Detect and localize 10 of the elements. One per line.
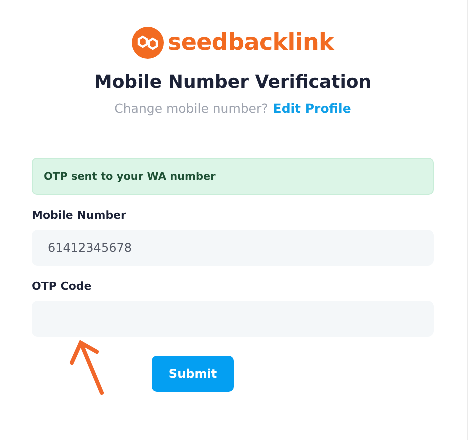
logo-text: seedbacklink <box>168 30 334 56</box>
field-label: Mobile Number <box>32 209 128 222</box>
edit-profile-link[interactable]: Edit Profile <box>273 101 352 116</box>
submit-button[interactable]: Submit <box>152 356 234 392</box>
input-field[interactable]: 61412345678 <box>32 230 434 266</box>
subtitle-text: Change mobile number? <box>114 101 268 116</box>
success-alert: OTP sent to your WA number <box>32 158 434 195</box>
field-label: OTP Code <box>32 280 93 293</box>
page-title: Mobile Number Verification <box>93 72 373 93</box>
logo-icon <box>132 27 164 59</box>
